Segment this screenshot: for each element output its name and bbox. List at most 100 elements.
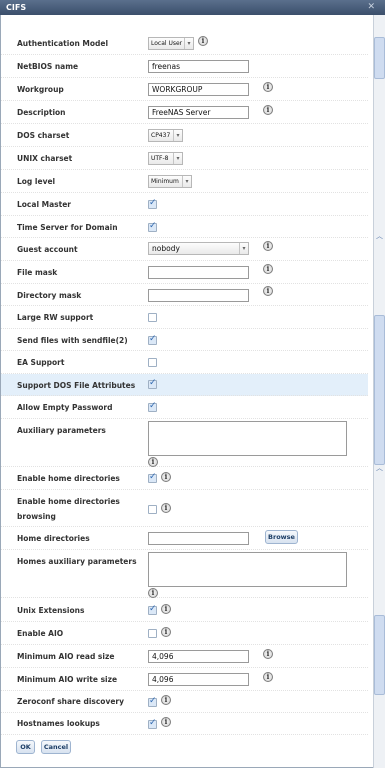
info-icon[interactable]: i xyxy=(161,695,171,705)
aio-read-size-input[interactable]: 4,096 xyxy=(148,650,249,663)
info-icon[interactable]: i xyxy=(263,105,273,115)
info-icon[interactable]: i xyxy=(263,672,273,682)
browse-button[interactable]: Browse xyxy=(265,530,298,544)
select-value: CP437 xyxy=(151,132,171,139)
guest-account-select[interactable]: nobody ▾ xyxy=(148,242,249,255)
chevron-down-icon: ▾ xyxy=(173,130,182,141)
description-input[interactable]: FreeNAS Server xyxy=(148,106,249,119)
form-row-aio-read-size: Minimum AIO read size 4,096 i xyxy=(1,645,368,668)
chevron-up-icon[interactable]: ︿ xyxy=(375,232,384,241)
scrollbar[interactable]: ︿ ︿ xyxy=(373,15,385,768)
info-icon[interactable]: i xyxy=(263,82,273,92)
hostnames-lookups-checkbox[interactable] xyxy=(148,718,157,729)
scrollbar-track-segment xyxy=(374,315,385,465)
field-label: Minimum AIO read size xyxy=(17,652,115,661)
form-row-zeroconf: Zeroconf share discovery i xyxy=(1,691,368,713)
unix-charset-select[interactable]: UTF-8 ▾ xyxy=(148,152,183,165)
info-icon[interactable]: i xyxy=(263,286,273,296)
field-label: NetBIOS name xyxy=(17,62,79,71)
form-row-unix-extensions: Unix Extensions i xyxy=(1,599,368,622)
form-row-netbios-name: NetBIOS name freenas xyxy=(1,55,368,78)
field-label-continued: browsing xyxy=(17,512,56,521)
enable-aio-checkbox[interactable] xyxy=(148,629,157,638)
dialog-title: CIFS xyxy=(6,3,27,12)
form-row-aio-write-size: Minimum AIO write size 4,096 i xyxy=(1,668,368,691)
form-row-home-directories: Home directories Browse xyxy=(1,527,368,550)
field-label: Home directories xyxy=(17,534,90,543)
enable-home-directories-checkbox[interactable] xyxy=(148,472,157,483)
dos-attributes-checkbox[interactable] xyxy=(148,378,157,389)
ea-support-checkbox[interactable] xyxy=(148,358,157,367)
dialog-titlebar[interactable]: CIFS ✕ xyxy=(0,0,385,15)
homes-auxiliary-parameters-textarea[interactable] xyxy=(148,552,347,587)
netbios-name-input[interactable]: freenas xyxy=(148,60,249,73)
form-row-auxiliary-parameters: Auxiliary parameters i xyxy=(1,419,368,467)
chevron-up-icon[interactable]: ︿ xyxy=(375,464,384,473)
info-icon[interactable]: i xyxy=(161,472,171,482)
field-label: Enable home directories xyxy=(17,497,120,506)
field-label: Support DOS File Attributes xyxy=(17,381,136,390)
info-icon[interactable]: i xyxy=(148,588,158,598)
form-row-time-server: Time Server for Domain xyxy=(1,216,368,238)
auxiliary-parameters-textarea[interactable] xyxy=(148,421,347,456)
field-label: Send files with sendfile(2) xyxy=(17,336,128,345)
file-mask-input[interactable] xyxy=(148,266,249,279)
field-label: Time Server for Domain xyxy=(17,223,118,232)
close-icon[interactable]: ✕ xyxy=(367,0,375,15)
authentication-model-select[interactable]: Local User ▾ xyxy=(148,37,194,50)
unix-extensions-checkbox[interactable] xyxy=(148,604,157,615)
form-row-enable-aio: Enable AIO i xyxy=(1,622,368,645)
home-directories-input[interactable] xyxy=(148,532,249,545)
form-row-unix-charset: UNIX charset UTF-8 ▾ xyxy=(1,147,368,170)
local-master-checkbox[interactable] xyxy=(148,198,157,209)
log-level-select[interactable]: Minimum ▾ xyxy=(148,175,192,188)
scrollbar-track-segment xyxy=(374,615,385,695)
select-value: Minimum xyxy=(151,178,179,185)
form-row-large-rw: Large RW support xyxy=(1,306,368,329)
info-icon[interactable]: i xyxy=(161,627,171,637)
field-label: Homes auxiliary parameters xyxy=(17,557,137,566)
field-label: Guest account xyxy=(17,245,78,254)
dos-charset-select[interactable]: CP437 ▾ xyxy=(148,129,183,142)
info-icon[interactable]: i xyxy=(263,649,273,659)
field-label: DOS charset xyxy=(17,131,70,140)
form-row-local-master: Local Master xyxy=(1,193,368,216)
field-label: Directory mask xyxy=(17,291,82,300)
directory-mask-input[interactable] xyxy=(148,289,249,302)
form-row-file-mask: File mask i xyxy=(1,261,368,284)
allow-empty-password-checkbox[interactable] xyxy=(148,401,157,412)
info-icon[interactable]: i xyxy=(148,457,158,467)
aio-write-size-input[interactable]: 4,096 xyxy=(148,673,249,686)
field-label: Allow Empty Password xyxy=(17,403,113,412)
info-icon[interactable]: i xyxy=(198,36,208,46)
field-label: Workgroup xyxy=(17,85,64,94)
cancel-button[interactable]: Cancel xyxy=(41,740,71,754)
form-row-home-directories-browsing: Enable home directories browsing i xyxy=(1,490,368,527)
large-rw-checkbox[interactable] xyxy=(148,313,157,322)
form-row-log-level: Log level Minimum ▾ xyxy=(1,170,368,193)
sendfile-checkbox[interactable] xyxy=(148,334,157,345)
zeroconf-checkbox[interactable] xyxy=(148,696,157,707)
field-label: Local Master xyxy=(17,200,71,209)
ok-button[interactable]: OK xyxy=(16,740,35,754)
form-row-directory-mask: Directory mask i xyxy=(1,284,368,306)
field-label: UNIX charset xyxy=(17,154,73,163)
scrollbar-thumb[interactable] xyxy=(374,37,385,79)
form-row-ea-support: EA Support xyxy=(1,351,368,374)
form-row-allow-empty-password: Allow Empty Password xyxy=(1,396,368,419)
form-row-authentication-model: Authentication Model Local User ▾ i xyxy=(1,32,368,55)
info-icon[interactable]: i xyxy=(263,241,273,251)
field-label: Log level xyxy=(17,177,56,186)
home-directories-browsing-checkbox[interactable] xyxy=(148,505,157,514)
workgroup-input[interactable]: WORKGROUP xyxy=(148,83,249,96)
info-icon[interactable]: i xyxy=(263,264,273,274)
field-label: Minimum AIO write size xyxy=(17,675,118,684)
info-icon[interactable]: i xyxy=(161,717,171,727)
field-label: Hostnames lookups xyxy=(17,719,100,728)
info-icon[interactable]: i xyxy=(161,604,171,614)
time-server-checkbox[interactable] xyxy=(148,221,157,232)
form-row-sendfile: Send files with sendfile(2) xyxy=(1,329,368,351)
select-value: UTF-8 xyxy=(151,155,169,162)
form-row-enable-home-directories: Enable home directories i xyxy=(1,467,368,490)
info-icon[interactable]: i xyxy=(161,503,171,513)
